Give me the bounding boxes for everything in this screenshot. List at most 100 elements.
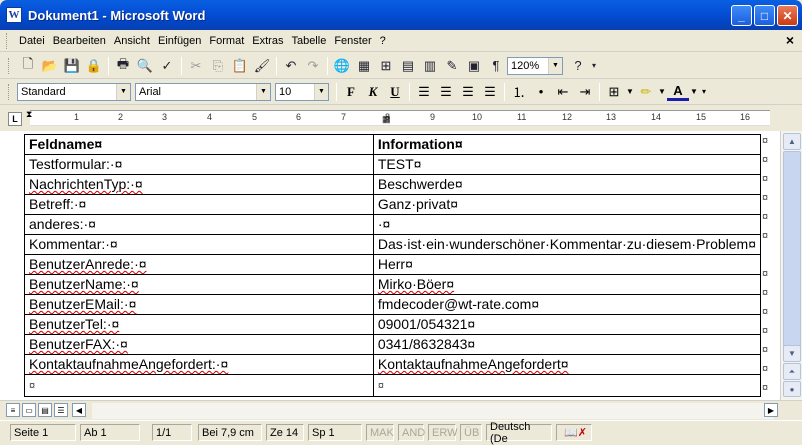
undo-icon[interactable]: ↶ [280, 55, 302, 77]
menu-einfuegen[interactable]: Einfügen [154, 35, 205, 47]
cell-info[interactable]: Das·ist·ein·wunderschöner·Kommentar·zu·d… [372, 234, 762, 255]
indent-marker-icon[interactable]: ⧗ [26, 109, 32, 120]
close-button[interactable]: ✕ [777, 5, 798, 26]
font-color-icon[interactable]: A [667, 83, 689, 101]
close-document-button[interactable]: × [786, 32, 794, 48]
redo-icon[interactable]: ↷ [302, 55, 324, 77]
status-track-changes[interactable]: AND [398, 424, 425, 441]
paste-icon[interactable]: 📋 [229, 55, 251, 77]
status-macro-record[interactable]: MAK [366, 424, 394, 441]
scroll-right-icon[interactable]: ▶ [764, 403, 778, 417]
toolbar-grip[interactable] [8, 83, 11, 100]
word-app-icon[interactable]: W [6, 7, 22, 23]
bold-button[interactable]: F [340, 81, 362, 103]
status-language[interactable]: Deutsch (De [486, 421, 552, 445]
menu-fenster[interactable]: Fenster [330, 35, 375, 47]
cell-info[interactable]: ¤ [372, 374, 762, 397]
cell-info[interactable]: Mirko·Böer¤ [372, 274, 762, 295]
outline-view-icon[interactable]: ☰ [54, 403, 68, 417]
scroll-left-icon[interactable]: ◀ [72, 403, 86, 417]
chevron-down-icon[interactable]: ▼ [116, 83, 130, 100]
underline-button[interactable]: U [384, 81, 406, 103]
cell-field[interactable]: BenutzerTel:·¤ [24, 314, 374, 335]
menu-datei[interactable]: Datei [15, 35, 49, 47]
cut-icon[interactable]: ✂ [185, 55, 207, 77]
insert-excel-icon[interactable]: ▤ [397, 55, 419, 77]
cell-info[interactable]: 09001/054321¤ [372, 314, 762, 335]
chevron-down-icon[interactable]: ▼ [548, 57, 562, 74]
menu-extras[interactable]: Extras [248, 35, 287, 47]
header-information[interactable]: Information¤ [372, 134, 762, 155]
cell-field[interactable]: anderes:·¤ [24, 214, 374, 235]
open-folder-icon[interactable]: 📂 [39, 55, 61, 77]
chevron-down-icon[interactable]: ▼ [625, 81, 635, 103]
minimize-button[interactable]: _ [731, 5, 752, 26]
chevron-down-icon[interactable]: ▼ [256, 83, 270, 100]
spelling-icon[interactable]: ✓ [156, 55, 178, 77]
cell-field[interactable]: KontaktaufnahmeAngefordert:·¤ [24, 354, 374, 375]
web-layout-icon[interactable]: ▭ [22, 403, 36, 417]
chevron-down-icon[interactable]: ▼ [689, 81, 699, 103]
align-center-icon[interactable]: ☰ [435, 81, 457, 103]
cell-info[interactable]: Beschwerde¤ [372, 174, 762, 195]
chevron-down-icon[interactable]: ▼ [657, 81, 667, 103]
status-section[interactable]: Ab 1 [80, 424, 140, 441]
cell-field[interactable]: BenutzerAnrede:·¤ [24, 254, 374, 275]
italic-button[interactable]: K [362, 81, 384, 103]
cell-info[interactable]: TEST¤ [372, 154, 762, 175]
numbering-icon[interactable]: ⒈ [508, 81, 530, 103]
menu-help[interactable]: ? [376, 35, 390, 47]
cell-field[interactable]: Kommentar:·¤ [24, 234, 374, 255]
previous-page-icon[interactable]: ⏶ [783, 363, 801, 380]
align-left-icon[interactable]: ☰ [413, 81, 435, 103]
decrease-indent-icon[interactable]: ⇤ [552, 81, 574, 103]
highlight-icon[interactable]: ✏ [635, 81, 657, 103]
columns-icon[interactable]: ▥ [419, 55, 441, 77]
toolbar-grip[interactable] [6, 32, 9, 49]
copy-icon[interactable]: ⎘ [207, 55, 229, 77]
vertical-scrollbar[interactable]: ▲ ▼ ⏶ ● [780, 131, 802, 400]
status-pages[interactable]: 1/1 [152, 424, 192, 441]
cell-info[interactable]: 0341/8632843¤ [372, 334, 762, 355]
permission-icon[interactable]: 🔒 [83, 55, 105, 77]
horizontal-ruler[interactable]: 1 2 3 4 5 6 7 8 9 10 11 12 13 14 15 16 ⧗… [26, 109, 770, 126]
status-position[interactable]: Bei 7,9 cm [198, 424, 262, 441]
toolbar-options-icon[interactable]: ▾ [589, 55, 599, 77]
font-size-select[interactable]: 10 ▼ [275, 82, 329, 101]
horizontal-scrollbar[interactable] [92, 403, 774, 419]
cell-info[interactable]: Ganz·privat¤ [372, 194, 762, 215]
menu-ansicht[interactable]: Ansicht [110, 35, 154, 47]
status-overtype[interactable]: ÜB [460, 424, 482, 441]
cell-info[interactable]: ·¤ [372, 214, 762, 235]
chevron-down-icon[interactable]: ▼ [314, 83, 328, 100]
new-document-icon[interactable]: 🗋 [17, 55, 39, 77]
drawing-icon[interactable]: ✎ [441, 55, 463, 77]
cell-field[interactable]: BenutzerName:·¤ [24, 274, 374, 295]
maximize-button[interactable]: □ [754, 5, 775, 26]
menu-format[interactable]: Format [205, 35, 248, 47]
borders-icon[interactable]: ⊞ [603, 81, 625, 103]
cell-field[interactable]: NachrichtenTyp:·¤ [24, 174, 374, 195]
insert-table-icon[interactable]: ⊞ [375, 55, 397, 77]
document-area[interactable]: Feldname¤ Information¤ Testformular:·¤ T… [0, 131, 780, 400]
cell-info[interactable]: Herr¤ [372, 254, 762, 275]
cell-info[interactable]: fmdecoder@wt-rate.com¤ [372, 294, 762, 315]
menu-tabelle[interactable]: Tabelle [287, 35, 330, 47]
cell-field[interactable]: BenutzerFAX:·¤ [24, 334, 374, 355]
help-icon[interactable]: ? [567, 55, 589, 77]
print-layout-icon[interactable]: ▤ [38, 403, 52, 417]
cell-info[interactable]: KontaktaufnahmeAngefordert¤ [372, 354, 762, 375]
style-select[interactable]: Standard ▼ [17, 82, 131, 101]
status-extend[interactable]: ERW [428, 424, 457, 441]
tab-stop-selector[interactable]: L [8, 112, 22, 126]
format-painter-icon[interactable]: 🖌 [251, 55, 273, 77]
cell-field[interactable]: Betreff:·¤ [24, 194, 374, 215]
status-column[interactable]: Sp 1 [308, 424, 362, 441]
toolbar-options-icon[interactable]: ▾ [699, 81, 709, 103]
scroll-up-icon[interactable]: ▲ [783, 133, 801, 150]
normal-view-icon[interactable]: ≡ [6, 403, 20, 417]
cell-field[interactable]: ¤ [24, 374, 374, 397]
scroll-down-icon[interactable]: ▼ [783, 345, 801, 362]
spelling-status-icon[interactable]: 📖✗ [556, 424, 592, 441]
font-select[interactable]: Arial ▼ [135, 82, 271, 101]
